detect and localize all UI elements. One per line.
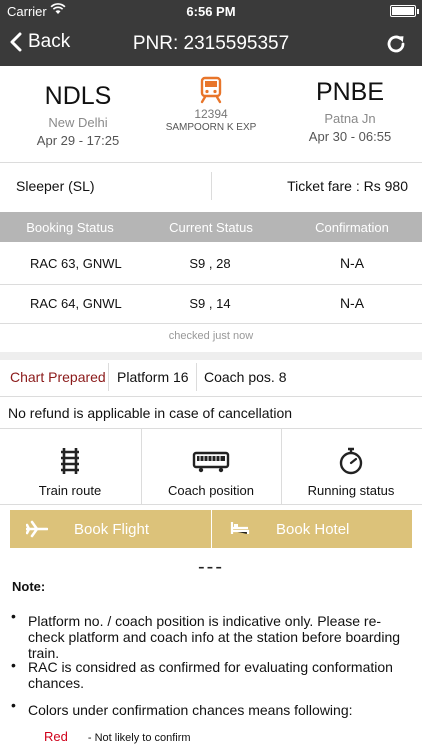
- arrival-datetime: Apr 30 - 06:55: [308, 129, 392, 144]
- booking-status: RAC 64, GNWL: [30, 296, 122, 311]
- destination-code: PNBE: [315, 78, 385, 106]
- book-flight-button[interactable]: Book Flight: [10, 510, 210, 548]
- origin-code: NDLS: [44, 82, 112, 110]
- table-row: RAC 63, GNWL S9 , 28 N-A: [0, 244, 422, 282]
- legend-item: Red - Not likely to confirm: [44, 729, 191, 744]
- booking-bar: Book Flight Book Hotel: [10, 510, 412, 548]
- divider: [0, 396, 422, 397]
- chart-info-row: Chart Prepared Platform 16 Coach pos. 8: [0, 360, 422, 396]
- confirmation-chance: N-A: [339, 295, 365, 311]
- header-confirmation: Confirmation: [315, 220, 389, 235]
- header-current-status: Current Status: [169, 220, 253, 235]
- note-item: Platform no. / coach position is indicat…: [28, 613, 401, 661]
- header-booking-status: Booking Status: [26, 220, 114, 235]
- divider: [196, 363, 197, 391]
- journey-summary: NDLS New Delhi Apr 29 - 17:25 12394 SAMP…: [0, 66, 422, 160]
- confirmation-chance: N-A: [339, 255, 365, 271]
- book-hotel-label: Book Hotel: [276, 521, 350, 538]
- navigation-bar: Back PNR: 2315595357: [0, 22, 422, 66]
- destination-name: Patna Jn: [324, 111, 376, 126]
- note-item: RAC is considred as confirmed for evalua…: [28, 659, 393, 691]
- bed-icon: [230, 522, 250, 534]
- current-status: S9 , 28: [189, 256, 231, 271]
- notes-title: Note:: [12, 579, 46, 594]
- origin-name: New Delhi: [48, 115, 108, 130]
- running-status-button[interactable]: Running status: [281, 429, 421, 505]
- ticket-class-fare: Sleeper (SL) Ticket fare : Rs 980: [0, 170, 422, 200]
- section-separator: ---: [198, 556, 224, 578]
- legend-color-name: Red: [44, 729, 68, 744]
- page-title: PNR: 2315595357: [132, 33, 290, 54]
- coach-icon: [192, 451, 230, 473]
- status-bar: Carrier 6:56 PM: [0, 0, 422, 22]
- train-info: 12394 SAMPOORN K EXP: [141, 76, 281, 133]
- train-route-button[interactable]: Train route: [0, 429, 140, 505]
- train-number: 12394: [194, 107, 228, 121]
- coach-position-label: Coach position: [168, 483, 254, 498]
- table-row: RAC 64, GNWL S9 , 14 N-A: [0, 284, 422, 322]
- booking-status: RAC 63, GNWL: [30, 256, 122, 271]
- status-table-header: Booking Status Current Status Confirmati…: [0, 212, 422, 242]
- current-status: S9 , 14: [189, 296, 231, 311]
- airplane-icon: [26, 520, 48, 538]
- battery-icon: [390, 5, 419, 17]
- bullet: •: [11, 657, 16, 673]
- travel-class: Sleeper (SL): [16, 178, 95, 194]
- book-hotel-button[interactable]: Book Hotel: [212, 510, 412, 548]
- refresh-button[interactable]: [384, 32, 408, 56]
- divider: [0, 162, 422, 163]
- ticket-fare: Ticket fare : Rs 980: [287, 178, 408, 194]
- track-icon: [61, 448, 79, 474]
- coach-position: Coach pos. 8: [204, 369, 287, 385]
- coach-position-button[interactable]: Coach position: [141, 429, 281, 505]
- train-name: SAMPOORN K EXP: [165, 122, 257, 133]
- refresh-icon: [387, 35, 405, 53]
- legend-meaning: - Not likely to confirm: [87, 732, 191, 744]
- platform-number: Platform 16: [117, 369, 189, 385]
- clock-time: 6:56 PM: [186, 4, 236, 19]
- train-route-label: Train route: [38, 483, 102, 498]
- refund-note: No refund is applicable in case of cance…: [8, 405, 293, 421]
- train-icon: [200, 76, 222, 104]
- running-status-label: Running status: [307, 483, 395, 498]
- note-item: Colors under confirmation chances means …: [28, 702, 353, 718]
- book-flight-label: Book Flight: [74, 521, 150, 538]
- last-checked-text: checked just now: [168, 330, 254, 342]
- section-gap: [0, 352, 422, 360]
- divider: [211, 172, 212, 200]
- bullet: •: [11, 608, 16, 624]
- divider: [0, 323, 422, 324]
- divider: [0, 504, 422, 505]
- chart-status: Chart Prepared: [10, 369, 106, 385]
- divider: [108, 363, 109, 391]
- bullet: •: [11, 697, 16, 713]
- origin-station: NDLS New Delhi Apr 29 - 17:25: [8, 82, 148, 148]
- action-tiles: Train route Coach position Running statu…: [0, 428, 422, 505]
- departure-datetime: Apr 29 - 17:25: [36, 133, 120, 148]
- destination-station: PNBE Patna Jn Apr 30 - 06:55: [280, 78, 420, 144]
- stopwatch-icon: [339, 447, 363, 475]
